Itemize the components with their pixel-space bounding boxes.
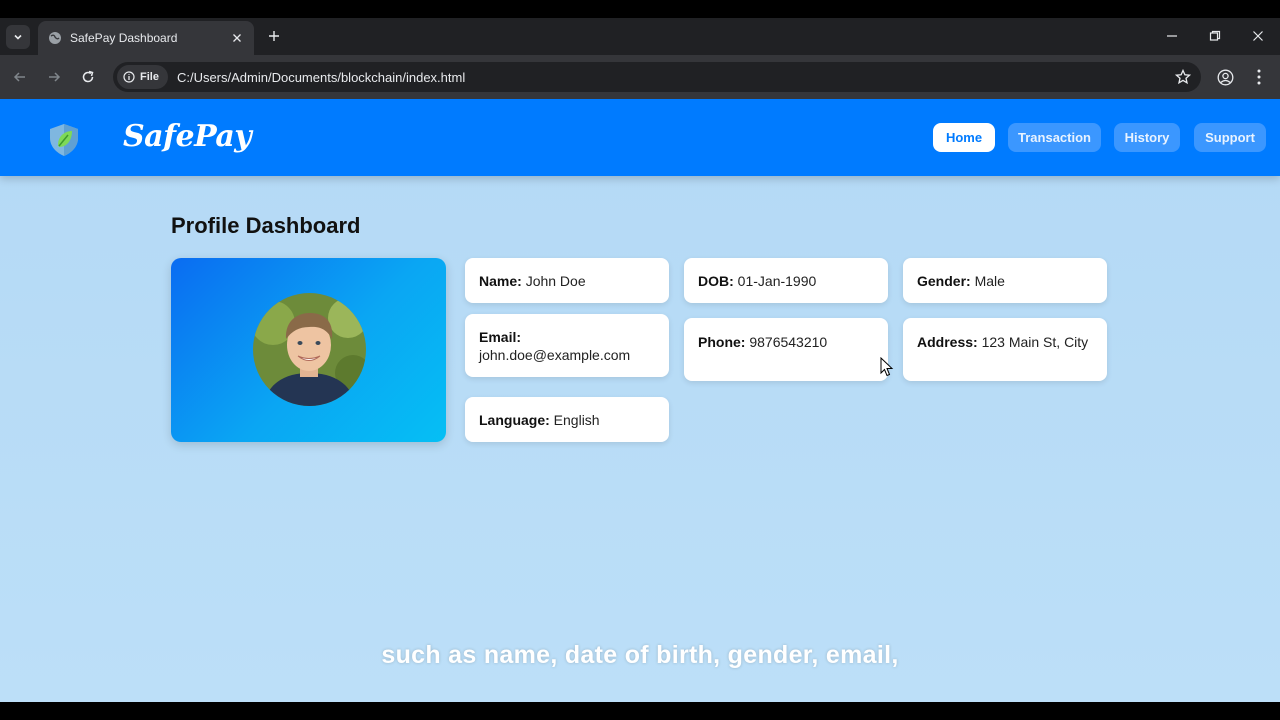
info-card-gender: Gender: Male: [903, 258, 1107, 303]
scheme-label: File: [140, 71, 159, 83]
gender-value: Male: [974, 273, 1005, 289]
url-text: C:/Users/Admin/Documents/blockchain/inde…: [176, 69, 466, 85]
nav-support[interactable]: Support: [1194, 123, 1266, 152]
dob-label: DOB:: [698, 273, 734, 289]
browser-toolbar: File C:/Users/Admin/Documents/blockchain…: [0, 55, 1280, 99]
close-tab-icon[interactable]: [230, 31, 244, 45]
page-content: SafePay Home Transaction History Support…: [0, 99, 1280, 702]
reload-icon[interactable]: [77, 66, 99, 88]
info-icon: [123, 71, 135, 83]
back-icon[interactable]: [9, 66, 31, 88]
tab-list-icon: [14, 34, 22, 40]
address-value: 123 Main St, City: [981, 334, 1089, 350]
video-caption: such as name, date of birth, gender, ema…: [381, 641, 899, 669]
screen-bottom-bar: [0, 702, 1280, 720]
page-title: Profile Dashboard: [171, 213, 361, 238]
language-label: Language:: [479, 412, 550, 428]
browser-tabstrip: SafePay Dashboard: [0, 18, 1280, 55]
nav-history[interactable]: History: [1114, 123, 1180, 152]
close-window-icon[interactable]: [1246, 26, 1270, 46]
email-value: john.doe@example.com: [479, 347, 631, 363]
phone-value: 9876543210: [749, 334, 828, 350]
name-label: Name:: [479, 273, 522, 289]
language-value: English: [553, 412, 600, 428]
mouse-cursor-icon: [880, 357, 894, 377]
email-label: Email:: [479, 329, 522, 345]
gender-label: Gender:: [917, 273, 971, 289]
restore-icon[interactable]: [1203, 26, 1227, 46]
forward-icon[interactable]: [43, 66, 65, 88]
info-card-address: Address: 123 Main St, City: [903, 318, 1107, 381]
menu-icon[interactable]: [1248, 66, 1270, 88]
site-info-chip[interactable]: File: [117, 65, 168, 89]
shield-logo-icon: [50, 124, 78, 156]
profile-photo-card: [171, 258, 446, 442]
name-value: John Doe: [525, 273, 586, 289]
info-card-name: Name: John Doe: [465, 258, 669, 303]
nav-home[interactable]: Home: [933, 123, 995, 152]
brand-logo-text[interactable]: SafePay: [123, 119, 252, 154]
browser-tab[interactable]: SafePay Dashboard: [38, 21, 254, 55]
bookmark-star-icon[interactable]: [1175, 69, 1191, 85]
info-card-dob: DOB: 01-Jan-1990: [684, 258, 888, 303]
minimize-icon[interactable]: [1160, 26, 1184, 46]
tab-list-button[interactable]: [6, 25, 30, 49]
site-header: SafePay Home Transaction History Support: [0, 99, 1280, 176]
avatar: [253, 293, 366, 406]
address-bar[interactable]: File C:/Users/Admin/Documents/blockchain…: [113, 62, 1201, 92]
info-card-email: Email: john.doe@example.com: [465, 314, 669, 377]
new-tab-icon[interactable]: [264, 26, 284, 46]
address-label: Address:: [917, 334, 978, 350]
dob-value: 01-Jan-1990: [737, 273, 817, 289]
profile-icon[interactable]: [1214, 66, 1236, 88]
screen-top-bar: [0, 0, 1280, 18]
globe-favicon-icon: [49, 32, 61, 44]
tab-title: SafePay Dashboard: [70, 31, 178, 45]
nav-transaction[interactable]: Transaction: [1008, 123, 1101, 152]
phone-label: Phone:: [698, 334, 746, 350]
info-card-language: Language: English: [465, 397, 669, 442]
info-card-phone: Phone: 9876543210: [684, 318, 888, 381]
